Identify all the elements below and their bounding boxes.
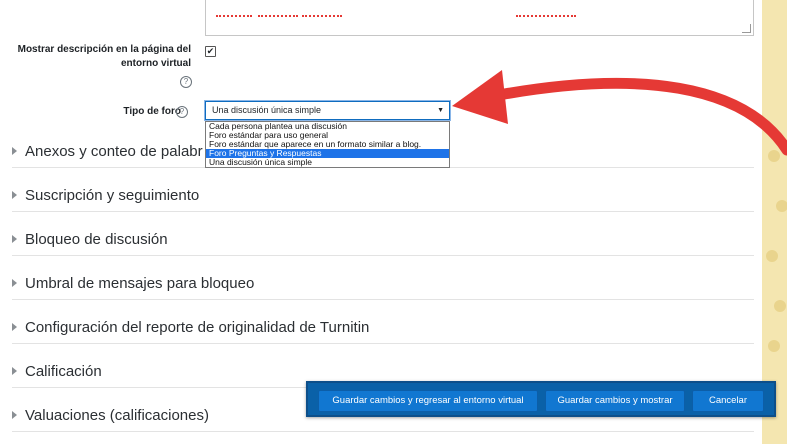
question-circle-icon[interactable]: ?: [180, 76, 192, 88]
forum-type-select[interactable]: Una discusión única simple ▼: [205, 101, 450, 120]
caret-right-icon: [12, 367, 17, 376]
forum-type-label: Tipo de foro: [123, 106, 181, 117]
section-subscription[interactable]: Suscripción y seguimiento: [12, 181, 754, 212]
section-discussion-lock[interactable]: Bloqueo de discusión: [12, 225, 754, 256]
section-title: Suscripción y seguimiento: [25, 187, 200, 204]
caret-right-icon: [12, 323, 17, 332]
forum-type-dropdown-list: Cada persona plantea una discusión Foro …: [205, 121, 450, 168]
section-title: Valuaciones (calificaciones): [25, 407, 209, 424]
caret-right-icon: [12, 147, 17, 156]
save-return-button[interactable]: Guardar cambios y regresar al entorno vi…: [318, 390, 538, 412]
section-post-threshold[interactable]: Umbral de mensajes para bloqueo: [12, 269, 754, 300]
section-title: Anexos y conteo de palabr: [25, 143, 203, 160]
caret-right-icon: [12, 191, 17, 200]
resize-handle[interactable]: [742, 24, 751, 33]
show-description-label-line2: entorno virtual: [120, 58, 191, 69]
caret-right-icon: [12, 279, 17, 288]
dropdown-option[interactable]: Una discusión única simple: [206, 158, 449, 167]
description-textarea[interactable]: [205, 0, 754, 36]
page-background-pattern: [762, 0, 787, 444]
section-title: Umbral de mensajes para bloqueo: [25, 275, 255, 292]
section-title: Calificación: [25, 363, 102, 380]
show-description-label-line1: Mostrar descripción en la página del: [17, 44, 191, 55]
question-circle-icon[interactable]: ?: [176, 106, 188, 118]
action-button-bar: Guardar cambios y regresar al entorno vi…: [306, 381, 776, 417]
forum-type-selected-value: Una discusión única simple: [212, 105, 322, 115]
show-description-label: Mostrar descripción en la página del ent…: [18, 43, 191, 71]
caret-right-icon: [12, 235, 17, 244]
section-title: Configuración del reporte de originalida…: [25, 319, 370, 336]
caret-down-icon: ▼: [437, 107, 444, 114]
section-title: Bloqueo de discusión: [25, 231, 168, 248]
save-show-button[interactable]: Guardar cambios y mostrar: [545, 390, 685, 412]
caret-right-icon: [12, 411, 17, 420]
section-turnitin[interactable]: Configuración del reporte de originalida…: [12, 313, 754, 344]
show-description-checkbox[interactable]: ✔: [205, 46, 216, 57]
cancel-button[interactable]: Cancelar: [692, 390, 764, 412]
